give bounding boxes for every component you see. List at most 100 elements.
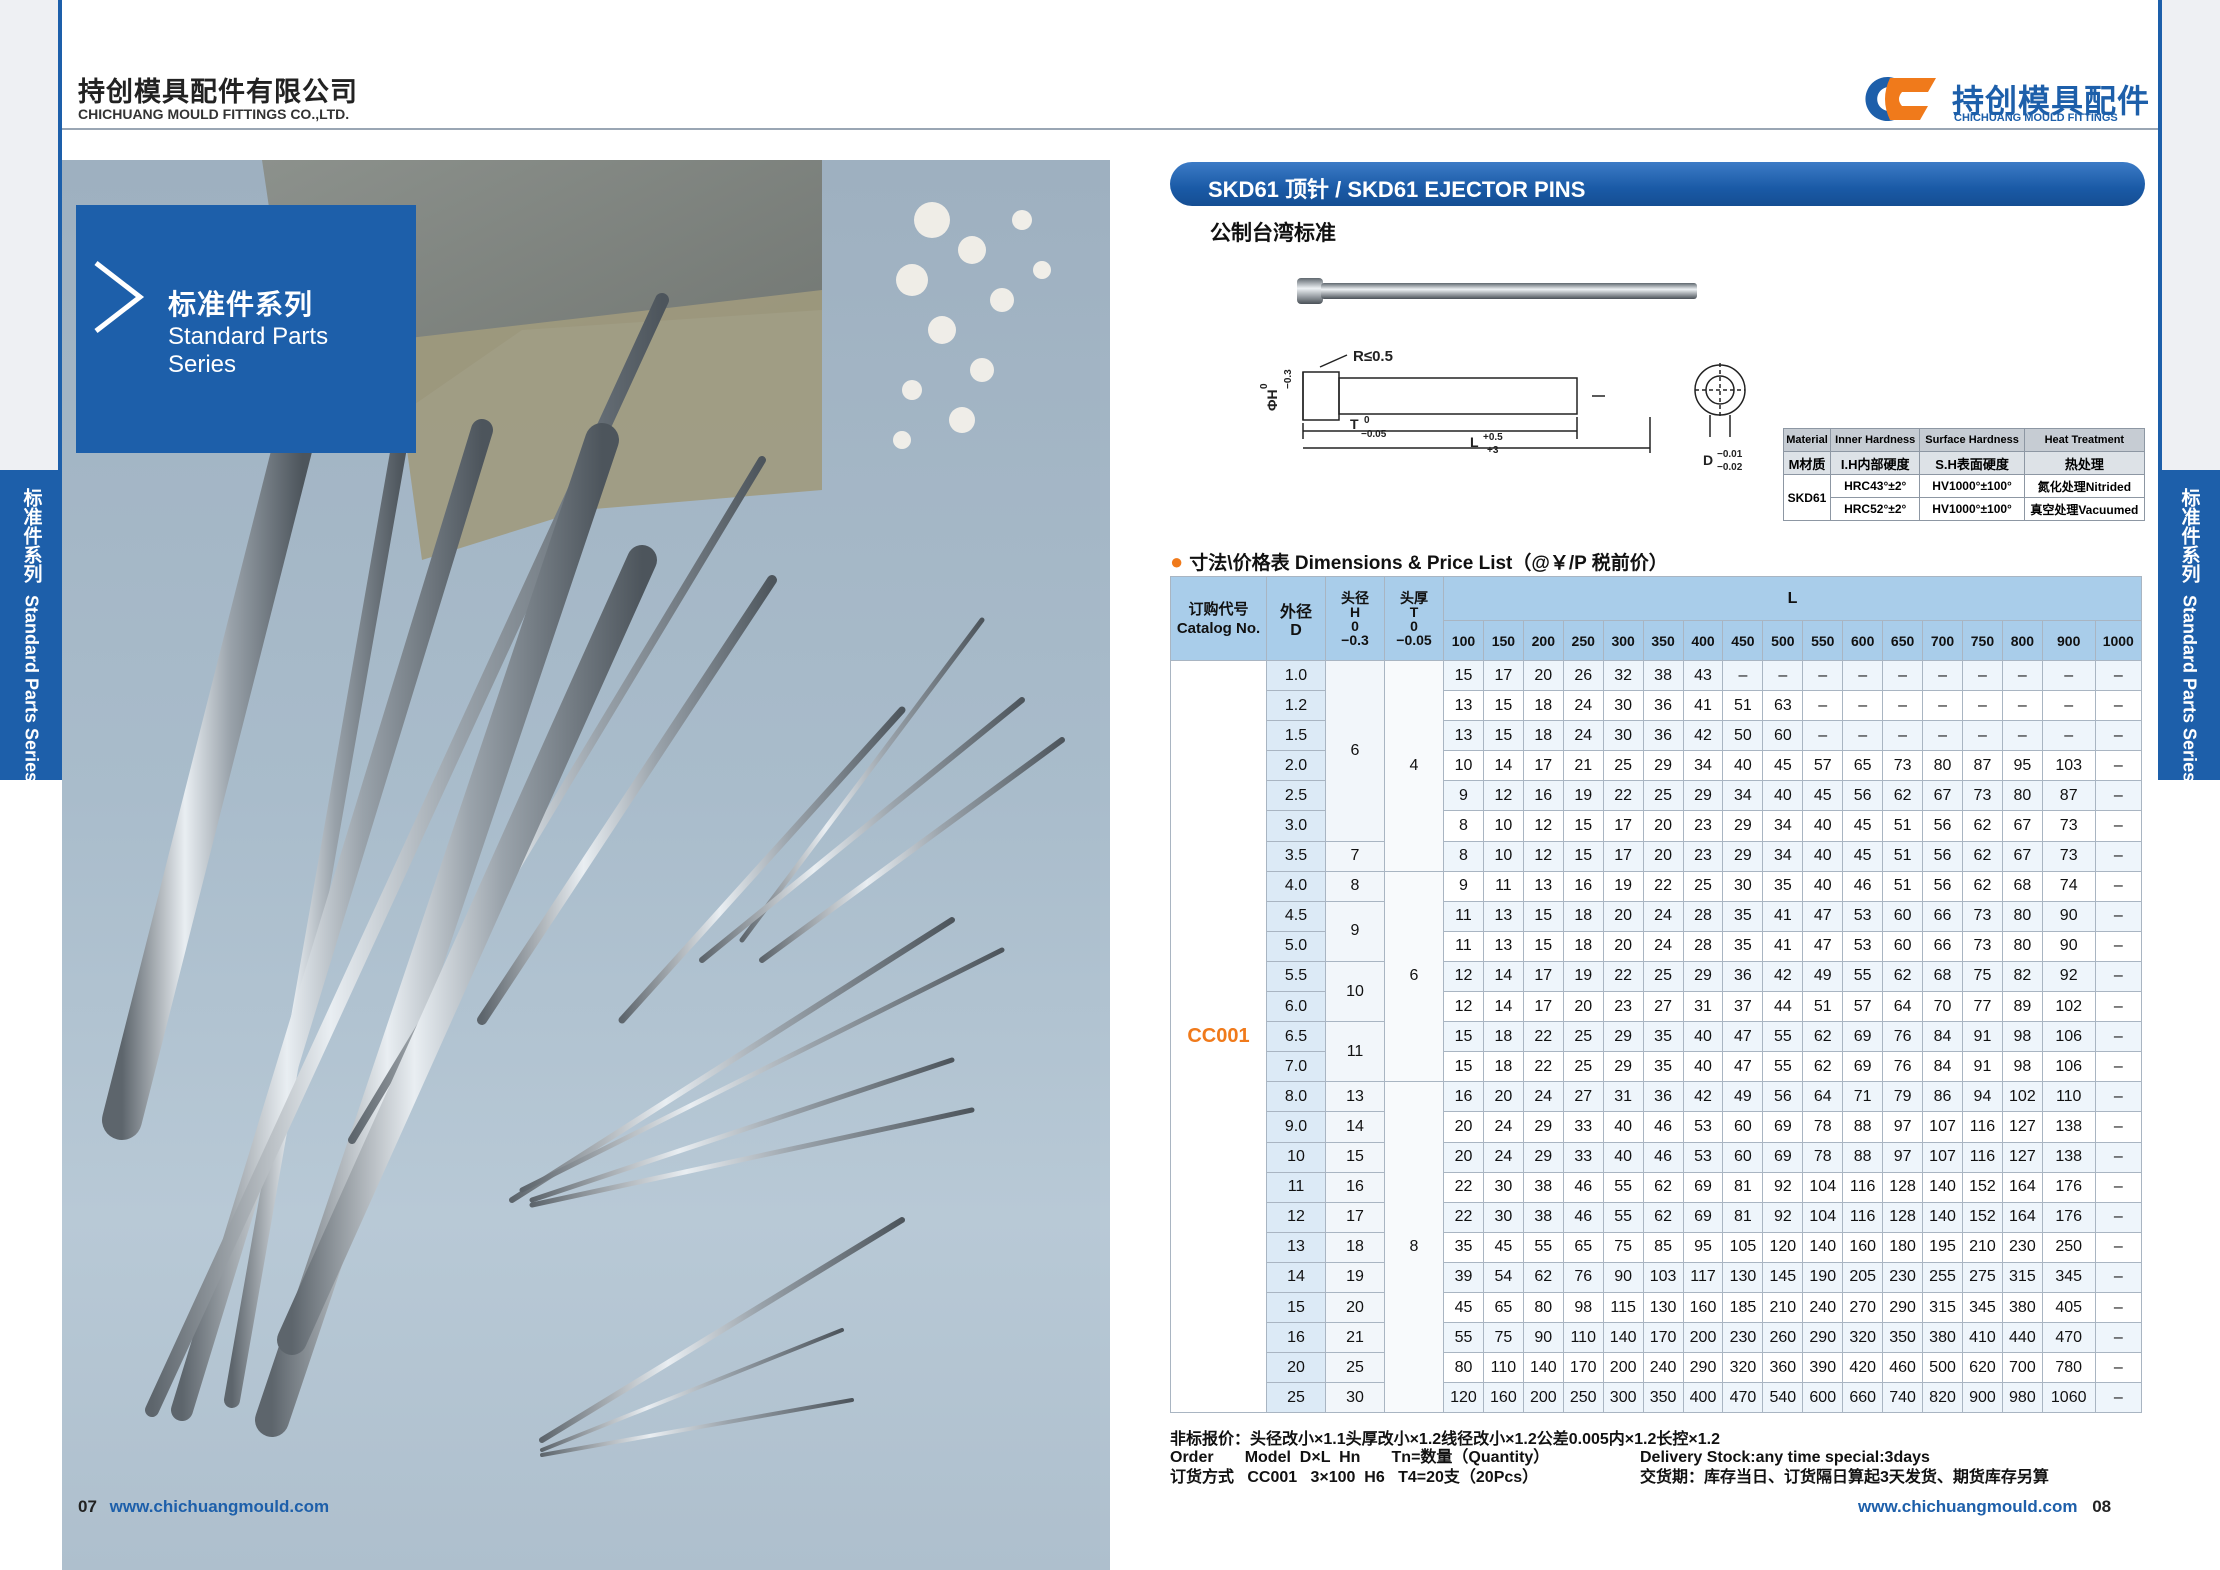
length-col-header: 200 [1522, 620, 1564, 661]
price-cell: 62 [1961, 870, 2003, 902]
price-cell: 75 [1482, 1322, 1524, 1354]
table-row: 25 30 120 160 200 250 300 350 400 470 540 600 660 740… [1171, 1382, 2143, 1414]
price-cell: 49 [1722, 1081, 1764, 1113]
price-cell: 55 [1602, 1171, 1644, 1203]
price-cell: 86 [1922, 1081, 1963, 1113]
price-cell: 160 [1842, 1231, 1884, 1263]
price-cell: 350 [1882, 1322, 1924, 1354]
price-cell: 47 [1802, 930, 1844, 962]
website-link[interactable]: www.chichuangmould.com [110, 1497, 329, 1516]
side-tab-rule [2158, 0, 2162, 470]
price-cell: 25 [1562, 1021, 1604, 1053]
price-cell: 29 [1682, 960, 1724, 993]
price-cell: 24 [1642, 900, 1684, 932]
price-cell: 79 [1882, 1081, 1924, 1113]
price-cell: 20 [1562, 991, 1604, 1023]
nonstandard-pricing-note: 非标报价：头径改小×1.1头厚改小×1.2线径改小×1.2公差0.005内×1.… [1170, 1431, 1720, 1448]
side-tab-left: 标准件系列 Standard Parts Series [0, 0, 62, 782]
price-cell: 63 [1762, 690, 1804, 722]
price-cell: 138 [2041, 1111, 2096, 1143]
price-cell: 71 [1842, 1081, 1884, 1113]
price-cell: 140 [1522, 1352, 1564, 1384]
head-diameter-tol-bot: −0.3 [1341, 631, 1369, 648]
price-cell: 22 [1602, 780, 1644, 812]
price-cell: 740 [1882, 1382, 1924, 1414]
price-cell: 69 [1842, 1021, 1884, 1053]
price-cell: 17 [1482, 659, 1524, 692]
technical-drawing: R≤0.5 ΦH 0 −0.3 T 0 −0.05 L +0.5 +3 D −0… [1259, 348, 1746, 473]
price-cell: 21 [1562, 750, 1604, 782]
side-tab-top [2158, 0, 2220, 470]
price-cell: 195 [1922, 1231, 1963, 1263]
head-diameter-cell: 14 [1325, 1111, 1385, 1143]
price-cell: 45 [1443, 1291, 1484, 1324]
price-cell: 600 [1802, 1382, 1844, 1414]
price-cell: 60 [1882, 930, 1924, 962]
price-cell: 106 [2041, 1051, 2096, 1083]
price-cell: – [2094, 1291, 2143, 1324]
price-cell: 18 [1482, 1021, 1524, 1053]
price-cell: 68 [2001, 870, 2043, 902]
price-cell: 38 [1642, 659, 1684, 692]
price-cell: 25 [1682, 870, 1724, 902]
price-cell: 62 [1642, 1171, 1684, 1203]
table-row: 5.5 10 12 14 17 19 22 25 29 36 42 49 55 62 68 75 82 92– [1171, 960, 2143, 1023]
side-tab-top [0, 0, 62, 470]
head-diameter-cell: 19 [1325, 1261, 1385, 1293]
company-name-en: CHICHUANG MOULD FITTINGS CO.,LTD. [78, 106, 350, 122]
table-row: 1.5 13 15 18 24 30 36 42 50 60– – – – – – – – [1171, 720, 2143, 752]
price-cell: – [1961, 720, 2003, 752]
table-row: 14 19 39 54 62 76 90 103 117 130 145 190 205 230 255 27… [1171, 1261, 2143, 1293]
price-cell: 55 [1762, 1051, 1804, 1083]
price-cell: – [1802, 720, 1844, 752]
price-cell: 25 [1642, 960, 1684, 993]
price-cell: 32 [1602, 659, 1644, 692]
price-cell: 73 [2041, 840, 2096, 872]
price-cell: 116 [1961, 1141, 2003, 1173]
price-cell: 29 [1722, 810, 1764, 842]
outer-diameter-cell: 6.5 [1266, 1021, 1326, 1053]
price-cell: 380 [1922, 1322, 1963, 1354]
length-col-header: 700 [1922, 620, 1963, 661]
head-diameter-cell: 17 [1325, 1201, 1385, 1233]
outer-diameter-cell: 20 [1266, 1352, 1326, 1384]
price-cell: 80 [1922, 750, 1963, 782]
website-link[interactable]: www.chichuangmould.com [1858, 1497, 2077, 1516]
price-cell: 69 [1762, 1111, 1804, 1143]
price-cell: – [1961, 659, 2003, 692]
company-logo: 持创模具配件 CHICHUANG MOULD FITTINGS [1850, 74, 2150, 126]
outer-diameter-cell: 2.5 [1266, 780, 1326, 812]
price-cell: – [2094, 659, 2143, 692]
product-title-bar: SKD61 顶针 / SKD61 EJECTOR PINS [1170, 162, 2145, 206]
price-cell: 15 [1562, 840, 1604, 872]
price-cell: 28 [1682, 930, 1724, 962]
table-row: 8.0 13 8 16 20 24 27 31 36 42 49 56 64 71 79 86 94 102 110… [1171, 1081, 2143, 1414]
price-cell: 24 [1562, 720, 1604, 752]
head-diameter-cell: 13 [1325, 1081, 1385, 1113]
head-diameter-cell: 18 [1325, 1231, 1385, 1263]
price-cell: 23 [1682, 840, 1724, 872]
price-list-heading: ● 寸法\价格表 Dimensions & Price List（@￥/P 税前价… [1170, 548, 1668, 575]
price-cell: 15 [1443, 1051, 1484, 1083]
price-cell: 34 [1762, 840, 1804, 872]
product-title: SKD61 顶针 / SKD61 EJECTOR PINS [1208, 177, 1586, 202]
logo-text-en: CHICHUANG MOULD FITTINGS [1954, 112, 2118, 124]
price-cell: 230 [2001, 1231, 2043, 1263]
price-cell: – [2094, 1051, 2143, 1083]
head-diameter-cell: 6 [1325, 660, 1385, 842]
price-cell: 820 [1922, 1382, 1963, 1414]
price-cell: 255 [1922, 1261, 1963, 1293]
price-cell: 40 [1682, 1021, 1724, 1053]
table-row: 3.0 8 10 12 15 17 20 23 29 34 40 45 51 56 62 67 73– [1171, 810, 2143, 842]
price-cell: 105 [1722, 1231, 1764, 1263]
side-tab-right: 标准件系列 Standard Parts Series [2158, 0, 2220, 782]
price-cell: 107 [1922, 1111, 1963, 1143]
price-cell: 29 [1642, 750, 1684, 782]
price-cell: 290 [1682, 1352, 1724, 1384]
head-diameter-cell: 30 [1325, 1382, 1385, 1414]
price-cell: 50 [1722, 720, 1764, 752]
length-col-header: 100 [1443, 620, 1484, 661]
length-col-header: 650 [1882, 620, 1924, 661]
price-cell: 40 [1682, 1051, 1724, 1083]
price-cell: 540 [1762, 1382, 1804, 1414]
